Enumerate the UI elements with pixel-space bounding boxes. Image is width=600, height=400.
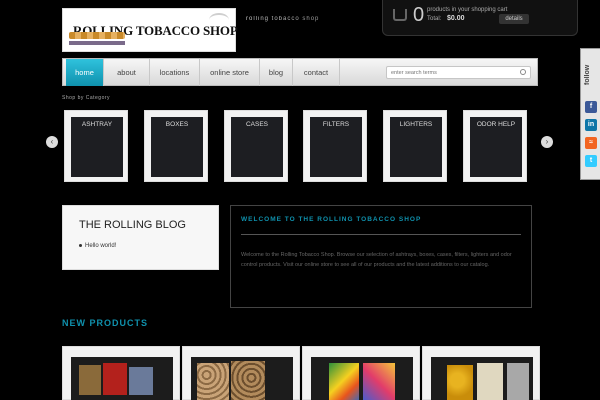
nav-about[interactable]: about bbox=[104, 59, 150, 86]
category-label: ASHTRAY bbox=[81, 121, 113, 128]
category-image: CASES bbox=[231, 117, 283, 177]
product-image[interactable] bbox=[431, 357, 533, 400]
cart-total: $0.00 bbox=[447, 15, 465, 22]
bullet-icon bbox=[79, 243, 82, 247]
category-label: ODOR HELP bbox=[476, 121, 516, 128]
rss-icon[interactable]: ≈ bbox=[585, 137, 597, 149]
category-filters[interactable]: FILTERS bbox=[303, 110, 367, 182]
box-shape bbox=[363, 363, 395, 400]
nav-blog[interactable]: blog bbox=[260, 59, 293, 86]
portrait-shape bbox=[103, 363, 127, 395]
search-input[interactable] bbox=[391, 68, 511, 78]
welcome-panel: WELCOME TO THE ROLLING TOBACCO SHOP Welc… bbox=[230, 205, 532, 308]
case-shape bbox=[197, 363, 229, 400]
nav-locations[interactable]: locations bbox=[150, 59, 200, 86]
case-shape bbox=[231, 361, 265, 400]
site-tagline: rolling tobacco shop bbox=[246, 16, 346, 24]
follow-label: follow bbox=[584, 64, 591, 86]
welcome-text: Welcome to the Rolling Tobacco Shop. Bro… bbox=[241, 252, 512, 268]
portrait-shape bbox=[79, 365, 101, 395]
category-lighters[interactable]: LIGHTERS bbox=[383, 110, 447, 182]
category-image: LIGHTERS bbox=[390, 117, 442, 177]
category-image: ODOR HELP bbox=[470, 117, 522, 177]
nav-online-store[interactable]: online store bbox=[200, 59, 260, 86]
search-icon[interactable] bbox=[520, 69, 526, 75]
product-image[interactable] bbox=[311, 357, 413, 400]
cart-details-button[interactable]: details bbox=[499, 14, 529, 24]
category-image: BOXES bbox=[151, 117, 203, 177]
product-card[interactable] bbox=[422, 346, 540, 400]
cart-total-label: Total: bbox=[427, 16, 442, 22]
case-shape bbox=[447, 365, 473, 400]
category-ashtray[interactable]: ASHTRAY bbox=[64, 110, 128, 182]
category-boxes[interactable]: BOXES bbox=[144, 110, 208, 182]
portrait-shape bbox=[129, 367, 153, 395]
product-card[interactable] bbox=[302, 346, 420, 400]
rolling-paper-icon bbox=[69, 32, 125, 39]
category-label: LIGHTERS bbox=[399, 121, 433, 128]
category-label: FILTERS bbox=[322, 121, 350, 128]
divider bbox=[241, 234, 521, 235]
category-cases[interactable]: CASES bbox=[224, 110, 288, 182]
blog-title: THE ROLLING BLOG bbox=[79, 219, 186, 231]
product-image[interactable] bbox=[71, 357, 173, 400]
nav-home[interactable]: home bbox=[66, 59, 104, 86]
case-shape bbox=[507, 363, 529, 400]
category-image: FILTERS bbox=[310, 117, 362, 177]
category-image: ASHTRAY bbox=[71, 117, 123, 177]
category-odor-help[interactable]: ODOR HELP bbox=[463, 110, 527, 182]
search-box bbox=[386, 66, 531, 79]
box-shape bbox=[329, 363, 359, 400]
product-card[interactable] bbox=[182, 346, 300, 400]
category-label: BOXES bbox=[165, 121, 189, 128]
main-nav: home about locations online store blog c… bbox=[62, 58, 538, 86]
cart-count: 0 bbox=[413, 4, 425, 26]
carousel-next-icon[interactable]: › bbox=[541, 136, 553, 148]
product-card[interactable] bbox=[62, 346, 180, 400]
blog-widget: THE ROLLING BLOG Hello world! bbox=[62, 205, 219, 270]
category-label: CASES bbox=[245, 121, 269, 128]
shopping-cart-widget: 0 products in your shopping cart Total: … bbox=[382, 0, 578, 36]
linkedin-icon[interactable]: in bbox=[585, 119, 597, 131]
nav-contact[interactable]: contact bbox=[293, 59, 340, 86]
blog-post-link[interactable]: Hello world! bbox=[79, 243, 116, 249]
case-shape bbox=[477, 363, 503, 400]
facebook-icon[interactable]: f bbox=[585, 101, 597, 113]
carousel-prev-icon[interactable]: ‹ bbox=[46, 136, 58, 148]
twitter-icon[interactable]: t bbox=[585, 155, 597, 167]
cart-icon[interactable] bbox=[393, 9, 407, 21]
site-logo[interactable]: ROLLING TOBACCO SHOP bbox=[62, 8, 238, 52]
blog-post-title[interactable]: Hello world! bbox=[85, 243, 116, 249]
follow-tab[interactable]: follow f in ≈ t bbox=[580, 48, 600, 180]
product-image[interactable] bbox=[191, 357, 293, 400]
rolling-paper-stripe bbox=[69, 41, 125, 45]
categories-heading: Shop by Category bbox=[62, 95, 111, 101]
cart-description: products in your shopping cart bbox=[427, 7, 508, 13]
welcome-title: WELCOME TO THE ROLLING TOBACCO SHOP bbox=[241, 216, 422, 223]
new-products-heading: NEW PRODUCTS bbox=[62, 318, 148, 328]
